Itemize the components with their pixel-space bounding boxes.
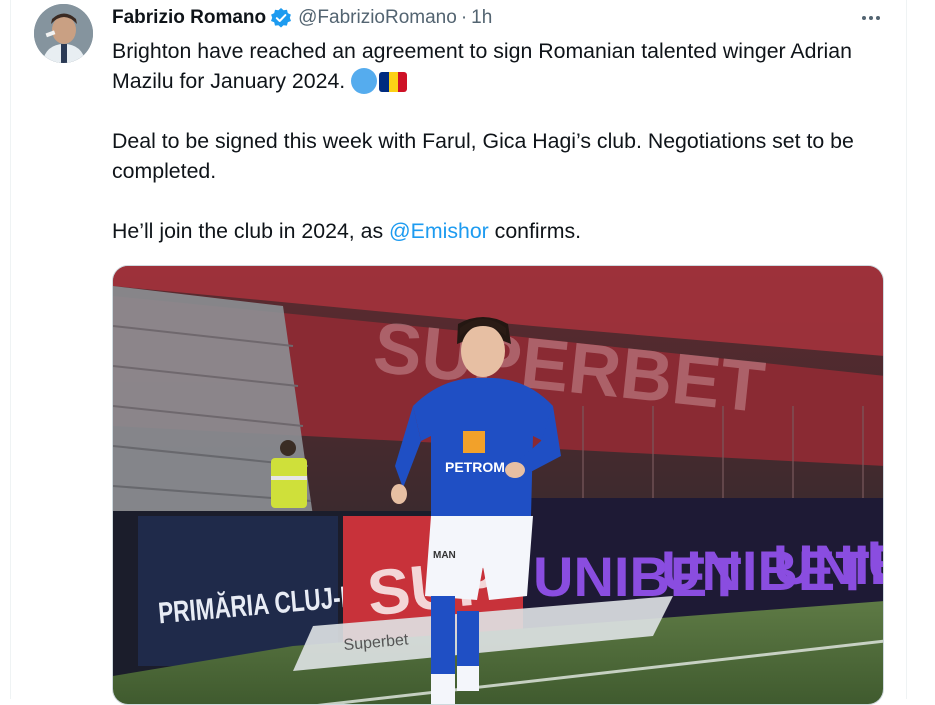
header-separator: · bbox=[460, 7, 468, 28]
more-options-button[interactable] bbox=[856, 8, 886, 28]
shorts-text: MAN bbox=[433, 550, 456, 561]
mention-link[interactable]: @Emishor bbox=[389, 219, 489, 243]
player-photo: SUPERBET PRIMĂRIA CLUJ-NAPOCA SUP UNIBET… bbox=[113, 266, 884, 704]
author-avatar[interactable] bbox=[34, 4, 93, 63]
verified-badge-icon[interactable] bbox=[270, 7, 292, 29]
tweet-paragraph-1: Brighton have reached an agreement to si… bbox=[112, 36, 897, 96]
author-name[interactable]: Fabrizio Romano bbox=[112, 7, 266, 29]
avatar-image bbox=[34, 4, 93, 63]
blue-circle-emoji-icon bbox=[351, 68, 378, 94]
more-dot-icon bbox=[869, 16, 873, 20]
tweet-paragraph-2: Deal to be signed this week with Farul, … bbox=[112, 129, 854, 183]
tweet-header: Fabrizio Romano @FabrizioRomano · 1h bbox=[112, 6, 492, 30]
tweet-timestamp[interactable]: 1h bbox=[471, 7, 492, 29]
more-dot-icon bbox=[862, 16, 866, 20]
tweet-media-photo[interactable]: SUPERBET PRIMĂRIA CLUJ-NAPOCA SUP UNIBET… bbox=[112, 265, 884, 705]
unibet-text-4: U bbox=[867, 529, 884, 592]
sponsor-logo bbox=[463, 431, 485, 453]
paragraph-1-text: Brighton have reached an agreement to si… bbox=[112, 39, 852, 93]
paragraph-3-text-after: confirms. bbox=[488, 219, 582, 243]
author-handle[interactable]: @FabrizioRomano bbox=[298, 7, 457, 29]
timeline-border-left bbox=[10, 0, 11, 699]
timeline-border-right bbox=[906, 0, 907, 699]
romania-flag-icon bbox=[379, 72, 408, 92]
jersey-sponsor-text: PETROM bbox=[445, 459, 505, 475]
tweet-text: Brighton have reached an agreement to si… bbox=[112, 36, 897, 246]
paragraph-3-text-before: He’ll join the club in 2024, as bbox=[112, 219, 390, 243]
tweet-paragraph-3: He’ll join the club in 2024, as @Emishor… bbox=[112, 216, 897, 246]
more-dot-icon bbox=[876, 16, 880, 20]
